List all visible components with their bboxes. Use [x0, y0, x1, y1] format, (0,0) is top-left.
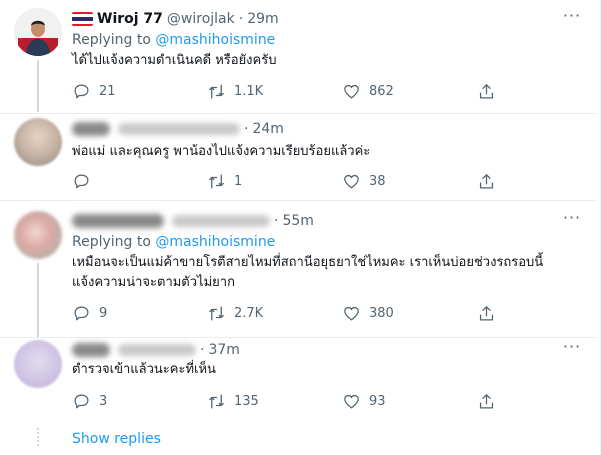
like-count: 380 [369, 305, 394, 321]
tweet[interactable]: · 55m ··· Replying to @mashihoismine เหม… [0, 200, 596, 337]
avatar[interactable] [14, 118, 62, 166]
separator-dot: · [200, 342, 205, 358]
like-button[interactable]: 93 [336, 392, 471, 411]
retweet-icon [209, 306, 224, 320]
thread-line [37, 60, 39, 112]
thailand-flag-icon [72, 12, 93, 26]
display-name[interactable]: Wiroj 77 [97, 11, 163, 27]
share-icon [479, 393, 494, 408]
user-handle[interactable]: @wirojlak [167, 11, 235, 27]
reply-button[interactable]: 9 [66, 304, 201, 323]
user-handle-blurred [172, 215, 270, 227]
replying-prefix: Replying to [72, 234, 151, 250]
timestamp[interactable]: 29m [247, 11, 278, 27]
tweet-actions: 3 135 93 [66, 389, 511, 413]
replying-to: Replying to @mashihoismine [72, 32, 275, 48]
reply-icon [74, 394, 89, 408]
retweet-button[interactable]: 1.1K [201, 82, 336, 101]
thread-continuation-line [37, 428, 39, 446]
tweet[interactable]: Wiroj 77 @wirojlak · 29m ··· Replying to… [0, 0, 596, 112]
reply-button[interactable]: 3 [66, 392, 201, 411]
timestamp[interactable]: 24m [252, 121, 283, 137]
tweet-text: พ่อแม่ และคุณครู พาน้องไปแจ้งความเรียบร้… [72, 144, 371, 159]
display-name-blurred [72, 343, 110, 357]
retweet-count: 1 [234, 173, 243, 189]
reply-button[interactable]: 21 [66, 82, 201, 101]
reply-icon [74, 84, 89, 98]
tweet-header: · 55m [72, 211, 314, 231]
like-button[interactable]: 38 [336, 172, 471, 191]
replying-to-link[interactable]: @mashihoismine [155, 32, 275, 48]
separator-dot: · [274, 213, 279, 229]
retweet-button[interactable]: 2.7K [201, 304, 336, 323]
tweet-actions: 21 1.1K 862 [66, 79, 511, 103]
timestamp[interactable]: 55m [282, 213, 313, 229]
reply-thread: Wiroj 77 @wirojlak · 29m ··· Replying to… [0, 0, 601, 455]
tweet-header: · 24m [72, 119, 284, 139]
like-count: 38 [369, 173, 386, 189]
more-options-icon[interactable]: ··· [560, 210, 584, 231]
retweet-count: 1.1K [234, 83, 264, 99]
replying-to-link[interactable]: @mashihoismine [155, 234, 275, 250]
heart-icon [344, 306, 359, 320]
display-name-blurred [72, 214, 164, 228]
tweet-header: Wiroj 77 @wirojlak · 29m [72, 9, 279, 29]
tweet-text: เหมือนจะเป็นแม่ค้าขายโรตีสายไหมที่สถานีอ… [72, 255, 544, 290]
display-name-blurred [72, 122, 110, 136]
share-button[interactable] [471, 82, 511, 101]
like-button[interactable]: 380 [336, 304, 471, 323]
thread-line [37, 263, 39, 337]
reply-count: 21 [99, 83, 116, 99]
timestamp[interactable]: 37m [208, 342, 239, 358]
retweet-icon [209, 394, 224, 408]
like-button[interactable]: 862 [336, 82, 471, 101]
tweet-text: ได้ไปแจ้งความดำเนินคดี หรือยังครับ [72, 53, 277, 68]
share-button[interactable] [471, 172, 511, 191]
tweet-actions: 9 2.7K 380 [66, 301, 511, 325]
heart-icon [344, 394, 359, 408]
reply-icon [74, 306, 89, 320]
like-count: 862 [369, 83, 394, 99]
retweet-icon [209, 84, 224, 98]
user-handle-blurred [118, 344, 196, 356]
separator-dot: · [238, 11, 244, 27]
tweet[interactable]: · 24m พ่อแม่ และคุณครู พาน้องไปแจ้งความเ… [0, 113, 596, 199]
reply-button[interactable] [66, 172, 201, 191]
retweet-count: 2.7K [234, 305, 264, 321]
user-handle-blurred [118, 123, 240, 135]
replying-to: Replying to @mashihoismine [72, 234, 275, 250]
reply-count: 9 [99, 305, 108, 321]
tweet-header: · 37m [72, 340, 240, 360]
avatar[interactable] [14, 340, 62, 388]
more-options-icon[interactable]: ··· [560, 8, 584, 29]
retweet-icon [209, 174, 224, 188]
separator-dot: · [244, 121, 249, 137]
share-button[interactable] [471, 392, 511, 411]
share-icon [479, 305, 494, 320]
show-replies-link[interactable]: Show replies [72, 431, 161, 447]
retweet-count: 135 [234, 393, 259, 409]
like-count: 93 [369, 393, 386, 409]
avatar[interactable] [14, 211, 62, 259]
retweet-button[interactable]: 1 [201, 172, 336, 191]
heart-icon [344, 84, 359, 98]
reply-icon [74, 174, 89, 188]
reply-count: 3 [99, 393, 108, 409]
avatar[interactable] [14, 8, 62, 56]
more-options-icon[interactable]: ··· [560, 339, 584, 360]
tweet-actions: 1 38 [66, 169, 511, 193]
retweet-button[interactable]: 135 [201, 392, 336, 411]
replying-prefix: Replying to [72, 32, 151, 48]
share-icon [479, 173, 494, 188]
share-button[interactable] [471, 304, 511, 323]
tweet-text: ตำรวจเข้าแล้วนะคะที่เห็น [72, 362, 216, 377]
share-icon [479, 83, 494, 98]
heart-icon [344, 174, 359, 188]
